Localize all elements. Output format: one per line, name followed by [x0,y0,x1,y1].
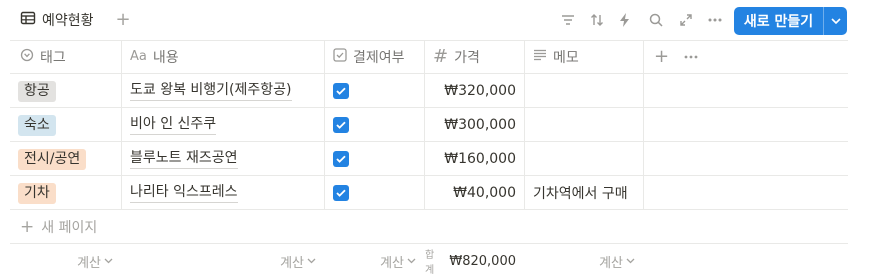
column-header-label: 내용 [152,49,179,66]
tag-badge: 숙소 [18,114,56,136]
lightning-icon[interactable] [614,10,636,30]
tag-badge: 기차 [18,182,56,204]
price-cell[interactable]: ₩320,000 [425,74,524,108]
add-column-icon[interactable]: + [646,40,674,73]
memo-cell[interactable]: 기차역에서 구매 [525,176,643,210]
tag-cell[interactable]: 항공 [12,74,121,108]
tag-cell[interactable]: 숙소 [12,108,121,142]
price-cell[interactable]: ₩300,000 [425,108,524,142]
view-tab-table[interactable]: 예약현황 [20,9,94,31]
paid-cell[interactable] [325,74,424,108]
memo-cell[interactable] [525,108,643,142]
memo-cell[interactable] [525,142,643,176]
sort-icon[interactable] [586,10,608,30]
name-cell[interactable]: 도쿄 왕복 비행기(제주항공) [122,74,324,108]
number-icon: # [433,46,449,67]
calculate-memo[interactable]: 계산 [525,246,643,276]
text-icon [533,49,547,65]
expand-icon[interactable] [675,10,697,30]
divider [643,41,644,209]
paid-cell[interactable] [325,142,424,176]
calculate-price-sum[interactable]: 합계 ₩820,000 [425,246,524,276]
chevron-down-icon [407,258,416,264]
table-icon [20,10,36,30]
chevron-down-icon [626,258,635,264]
calculate-tag[interactable]: 계산 [12,246,121,276]
column-header-label: 가격 [454,49,480,66]
tag-cell[interactable]: 기차 [12,176,121,210]
select-icon [20,48,34,66]
calc-label: 계산 [380,255,404,271]
column-header-name[interactable]: Aa 내용 [122,40,324,73]
view-name: 예약현황 [42,13,94,29]
column-header-label: 결제여부 [353,49,405,66]
sum-label: 합계 [425,250,435,276]
column-header-price[interactable]: # 가격 [425,40,524,73]
tag-cell[interactable]: 전시/공연 [12,142,121,176]
calc-label: 계산 [280,255,304,271]
tag-badge: 전시/공연 [18,148,87,170]
row-title[interactable]: 나리타 익스프레스 [130,183,238,203]
new-button-label[interactable]: 새로 만들기 [734,11,823,31]
column-header-memo[interactable]: 메모 [525,40,643,73]
column-header-label: 태그 [40,49,66,66]
paid-cell[interactable] [325,176,424,210]
chevron-down-icon [307,258,316,264]
filter-icon[interactable] [557,10,579,30]
name-cell[interactable]: 비아 인 신주쿠 [122,108,324,142]
paid-cell[interactable] [325,108,424,142]
price-cell[interactable]: ₩40,000 [425,176,524,210]
checkbox-checked[interactable] [333,83,349,99]
add-view-icon[interactable]: + [113,9,133,30]
checkbox-checked[interactable] [333,117,349,133]
more-icon[interactable] [676,40,704,73]
row-title[interactable]: 블루노트 재즈공연 [130,149,238,169]
memo-cell[interactable] [525,74,643,108]
database-toolbar: 예약현황 + 새로 만들기 [0,0,869,40]
calculate-paid[interactable]: 계산 [325,246,424,276]
column-header-paid[interactable]: 결제여부 [325,40,424,73]
row-title[interactable]: 도쿄 왕복 비행기(제주항공) [130,81,292,101]
name-cell[interactable]: 블루노트 재즈공연 [122,142,324,176]
price-cell[interactable]: ₩160,000 [425,142,524,176]
chevron-down-icon[interactable] [824,18,847,24]
divider [10,243,848,244]
new-button[interactable]: 새로 만들기 [734,7,847,35]
name-cell[interactable]: 나리타 익스프레스 [122,176,324,210]
text-title-icon: Aa [130,49,147,64]
column-header-tag[interactable]: 태그 [12,40,121,73]
checkbox-checked[interactable] [333,185,349,201]
calculate-name[interactable]: 계산 [122,246,324,276]
sum-value: ₩820,000 [449,253,516,269]
calc-label: 계산 [599,255,623,271]
row-title[interactable]: 비아 인 신주쿠 [130,115,217,135]
plus-icon: + [20,217,35,237]
checkbox-icon [333,47,347,66]
more-icon[interactable] [704,10,726,30]
new-page-button[interactable]: + 새 페이지 [20,212,97,242]
checkbox-checked[interactable] [333,151,349,167]
chevron-down-icon [104,258,113,264]
search-icon[interactable] [645,10,667,30]
new-page-label: 새 페이지 [41,220,98,236]
column-header-label: 메모 [553,49,579,66]
tag-badge: 항공 [18,80,56,102]
calc-label: 계산 [77,255,101,271]
